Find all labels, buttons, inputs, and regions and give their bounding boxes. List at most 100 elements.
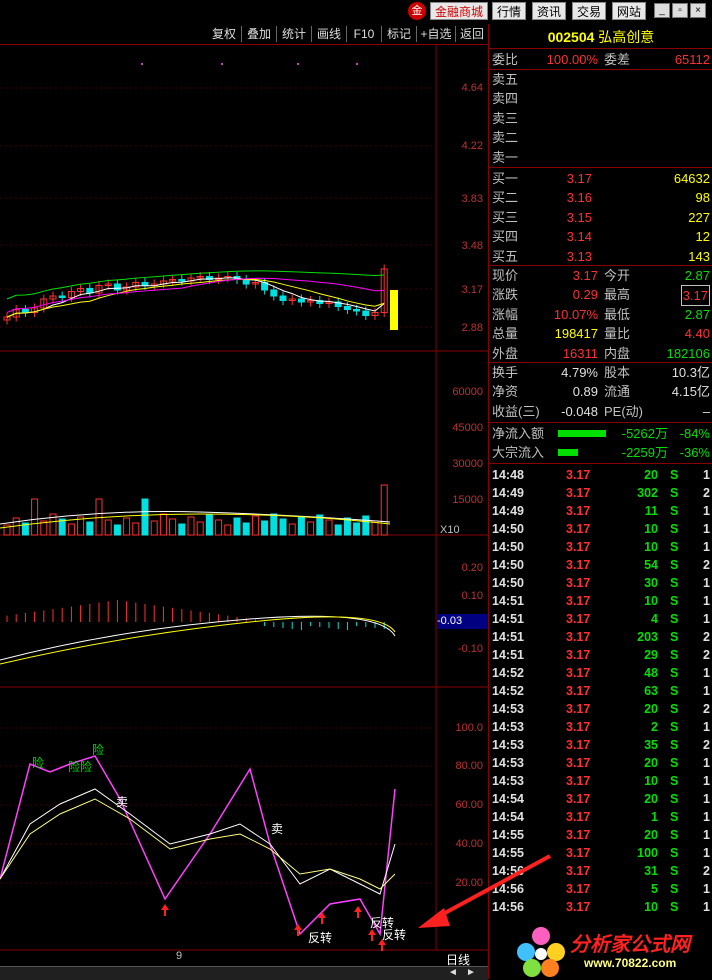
macd-tick: -0.10 xyxy=(457,643,483,655)
osc-label-risk: 险险 xyxy=(68,760,93,774)
buy-level-row: 买二 3.16 98 xyxy=(492,190,710,206)
candle-body xyxy=(21,309,29,313)
marker-dot xyxy=(296,62,300,66)
horizontal-scrollbar[interactable]: ◄ ► xyxy=(0,966,488,980)
price-tick: 3.83 xyxy=(461,193,483,205)
tick-trade-row: 14:54 3.17 20 S 1 xyxy=(492,792,710,806)
tick-trade-row: 14:52 3.17 63 S 1 xyxy=(492,684,710,698)
annotation-arrow-icon xyxy=(418,854,551,928)
tab-quotes[interactable]: 行情 xyxy=(492,2,526,20)
osc-tick: 100.0 xyxy=(455,722,483,734)
sell-level-row: 卖四 xyxy=(492,91,519,107)
candle-body xyxy=(353,309,361,312)
tick-trade-row: 14:50 3.17 10 S 1 xyxy=(492,522,710,536)
macd-tick: 0.10 xyxy=(461,590,483,602)
volume-bar xyxy=(380,484,388,536)
fundamental-row: 收益(三) -0.048 PE(动) – xyxy=(492,403,710,419)
volume-bar xyxy=(187,516,195,536)
quote-row: 总量 198417 量比 4.40 xyxy=(492,326,710,342)
close-icon[interactable]: × xyxy=(690,3,706,18)
restore-icon[interactable]: ▫ xyxy=(672,3,688,18)
sell-level-row: 卖一 xyxy=(492,149,519,165)
volume-bar xyxy=(58,518,66,536)
volume-bar xyxy=(288,523,296,536)
tool-stats[interactable]: 统计 xyxy=(278,24,310,44)
tick-trade-row: 14:51 3.17 4 S 1 xyxy=(492,612,710,626)
osc-tick: 60.00 xyxy=(455,799,483,811)
buy-signal-arrow-icon xyxy=(161,904,169,916)
candle-body xyxy=(297,298,305,303)
tool-overlay[interactable]: 叠加 xyxy=(243,24,275,44)
tick-trade-row: 14:54 3.17 1 S 1 xyxy=(492,810,710,824)
candle-body xyxy=(113,283,121,291)
minimize-icon[interactable]: _ xyxy=(654,3,670,18)
volume-bar xyxy=(141,498,149,536)
osc-k-line xyxy=(0,755,396,937)
tab-trade[interactable]: 交易 xyxy=(572,2,606,20)
fundamental-row: 换手 4.79% 股本 10.3亿 xyxy=(492,365,710,380)
tool-mark[interactable]: 标记 xyxy=(383,24,415,44)
volume-bar xyxy=(307,521,315,536)
price-tick: 4.64 xyxy=(461,82,483,94)
tool-back[interactable]: 返回 xyxy=(456,24,488,44)
volume-unit: X10 xyxy=(440,524,460,536)
quote-row: 涨幅 10.07% 最低 2.87 xyxy=(492,306,710,322)
volume-bar xyxy=(261,520,269,536)
volume-bar xyxy=(297,516,305,536)
quote-row: 涨跌 0.29 最高 3.17 xyxy=(490,285,712,307)
tick-trade-row: 14:51 3.17 10 S 1 xyxy=(492,594,710,608)
buy-level-row: 买一 3.17 64632 xyxy=(492,171,710,186)
fundamental-row: 净资 0.89 流通 4.15亿 xyxy=(492,384,710,400)
osc-tick: 80.00 xyxy=(455,760,483,772)
stock-code: 002504 xyxy=(547,29,595,45)
buy-level-row: 买五 3.13 143 xyxy=(492,248,710,264)
volume-bar xyxy=(178,523,186,536)
volume-bar xyxy=(169,518,177,536)
volume-bar xyxy=(104,519,112,536)
tick-trade-row: 14:49 3.17 302 S 2 xyxy=(492,486,710,500)
volume-tick: 45000 xyxy=(452,422,483,434)
top-bar: 金 金融商城 行情 资讯 交易 网站 _ ▫ × xyxy=(0,0,712,22)
candle-body xyxy=(362,310,370,316)
kline-chart[interactable] xyxy=(0,44,488,954)
volume-bar xyxy=(251,515,259,536)
shop-logo-icon[interactable]: 金 xyxy=(408,2,426,20)
tick-trade-row: 14:53 3.17 20 S 2 xyxy=(492,702,710,716)
volume-bar xyxy=(77,516,85,536)
tool-restore-rights[interactable]: 复权 xyxy=(208,24,240,44)
tool-draw[interactable]: 画线 xyxy=(313,24,345,44)
volume-bar xyxy=(224,524,232,536)
buy-level-row: 买四 3.14 12 xyxy=(492,229,710,245)
tool-f10[interactable]: F10 xyxy=(348,24,380,44)
osc-label-risk: 险 xyxy=(32,756,45,770)
scroll-left-icon[interactable]: ◄ xyxy=(448,967,458,978)
volume-bar xyxy=(334,524,342,536)
scroll-right-icon[interactable]: ► xyxy=(466,967,476,978)
sell-level-row: 卖三 xyxy=(492,110,519,126)
marker-dot xyxy=(220,62,224,66)
osc-label-reversal: 反转 xyxy=(382,928,407,942)
flow-bar xyxy=(558,449,578,457)
price-tick: 3.17 xyxy=(461,284,483,296)
quote-row: 外盘 16311 内盘 182106 xyxy=(492,345,710,361)
volume-bar xyxy=(31,498,39,536)
marker-dot xyxy=(140,62,144,66)
volume-tick: 30000 xyxy=(452,458,483,470)
price-tick: 3.48 xyxy=(461,240,483,252)
tick-trade-row: 14:52 3.17 48 S 1 xyxy=(492,666,710,680)
current-bar-highlight xyxy=(390,290,398,330)
candle-body xyxy=(178,279,186,282)
wei-bi-row: 委比 100.00% 委差 65112 xyxy=(492,52,710,67)
tab-news[interactable]: 资讯 xyxy=(532,2,566,20)
volume-bar xyxy=(353,522,361,536)
shop-button[interactable]: 金融商城 xyxy=(430,2,488,20)
tool-add-watchlist[interactable]: +自选 xyxy=(418,24,454,44)
tick-trade-row: 14:53 3.17 2 S 1 xyxy=(492,720,710,734)
tick-trade-row: 14:51 3.17 203 S 2 xyxy=(492,630,710,644)
quote-row: 现价 3.17 今开 2.87 xyxy=(492,268,710,283)
volume-bar xyxy=(86,521,94,536)
date-label: 9 xyxy=(176,950,183,962)
volume-bar xyxy=(325,519,333,536)
tab-website[interactable]: 网站 xyxy=(612,2,646,20)
watermark-url: www.70822.com xyxy=(584,956,677,970)
